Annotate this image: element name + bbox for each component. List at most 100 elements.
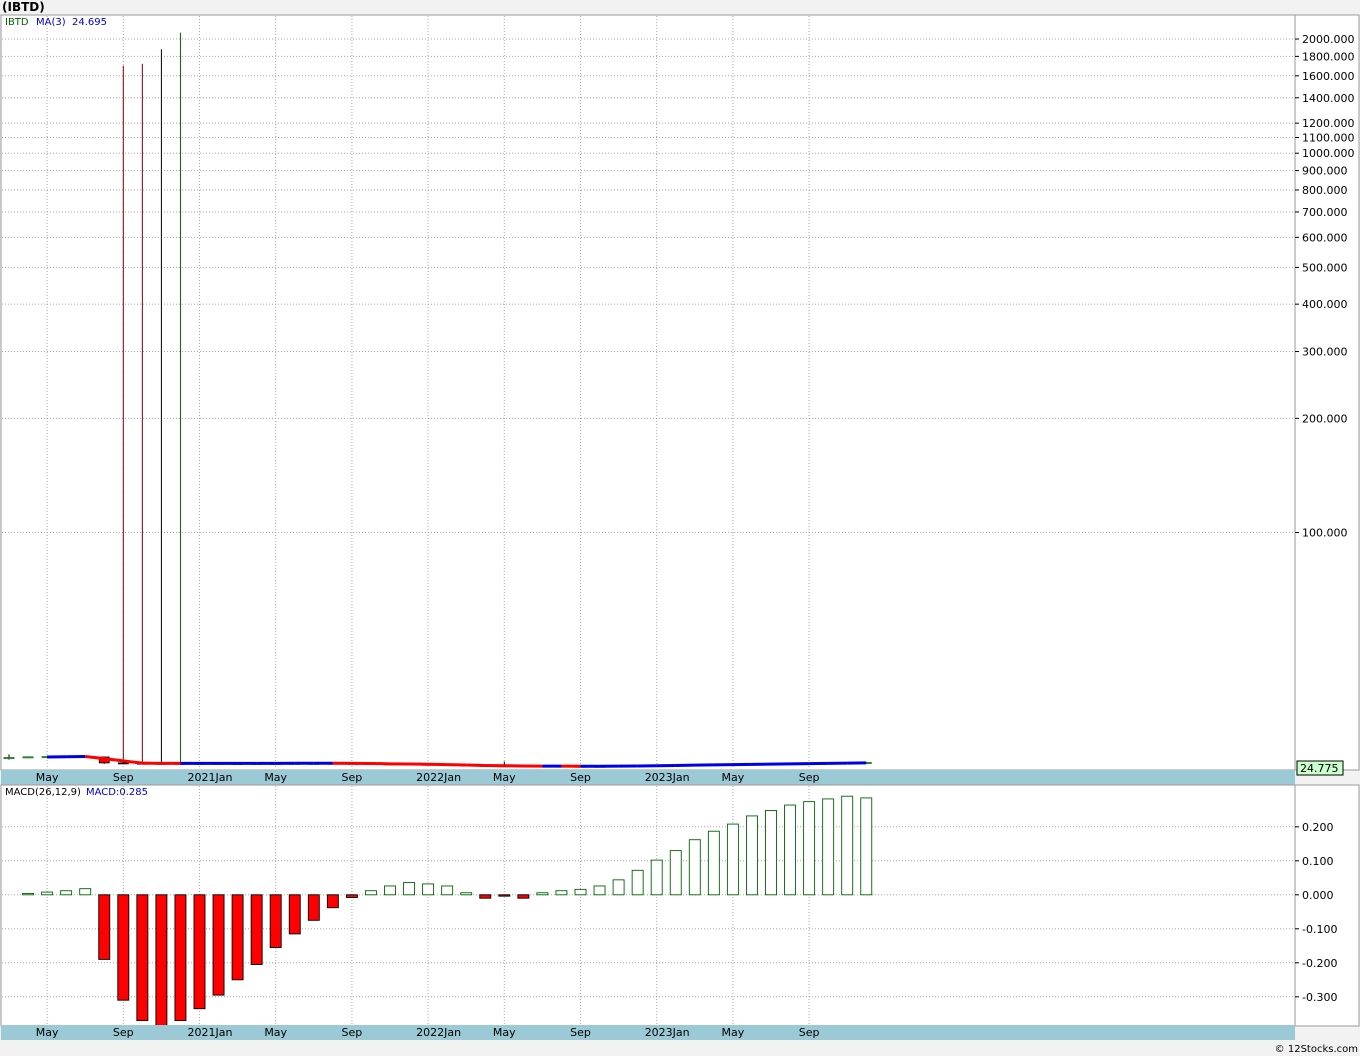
macd-bar bbox=[517, 894, 530, 899]
macd-bar bbox=[631, 869, 644, 896]
macd-bar bbox=[498, 894, 511, 897]
price-month-label: May bbox=[264, 771, 287, 784]
macd-bar bbox=[155, 894, 168, 1027]
chart-root: 100.000 200.000 300.000 400.000 500.000 600.0… bbox=[0, 0, 1360, 1055]
macd-y-tick-label: -0.100 bbox=[1302, 923, 1337, 936]
macd-bar bbox=[612, 879, 625, 896]
macd-bar bbox=[345, 894, 358, 898]
macd-bar bbox=[593, 885, 606, 896]
macd-legend-value: MACD:0.285 bbox=[86, 787, 148, 798]
macd-bar bbox=[765, 810, 777, 896]
price-month-label: May bbox=[493, 771, 516, 784]
macd-month-label: Sep bbox=[570, 1026, 591, 1039]
macd-bar bbox=[707, 830, 720, 896]
macd-month-label: May bbox=[36, 1026, 59, 1039]
chart-title: (IBTD) bbox=[2, 0, 45, 14]
macd-month-label: Sep bbox=[799, 1026, 820, 1039]
macd-month-label: Sep bbox=[342, 1026, 363, 1039]
macd-bar bbox=[746, 815, 758, 896]
macd-bar bbox=[326, 894, 339, 909]
price-y-tick-label: 100.000 bbox=[1302, 527, 1348, 540]
macd-bar bbox=[41, 891, 54, 896]
price-y-tick-label: 400.000 bbox=[1302, 298, 1348, 311]
macd-bar bbox=[22, 892, 34, 896]
macd-bar bbox=[536, 892, 549, 896]
price-legend-ma-value: 24.695 bbox=[72, 17, 107, 28]
macd-month-label: May bbox=[264, 1026, 287, 1039]
macd-bar bbox=[193, 894, 206, 1010]
price-month-label: Sep bbox=[113, 771, 134, 784]
macd-bar bbox=[688, 839, 701, 896]
macd-month-label: 2023Jan bbox=[645, 1026, 690, 1039]
macd-month-label: May bbox=[493, 1026, 516, 1039]
macd-bar bbox=[384, 885, 396, 896]
macd-y-tick-label: -0.300 bbox=[1302, 991, 1337, 1004]
macd-bar bbox=[574, 888, 587, 896]
price-y-tick-label: 1800.000 bbox=[1302, 50, 1355, 63]
macd-y-tick-label: 0.000 bbox=[1302, 889, 1334, 902]
macd-month-label: Sep bbox=[113, 1026, 134, 1039]
price-month-label: Sep bbox=[342, 771, 363, 784]
macd-bar bbox=[403, 882, 415, 896]
macd-bar bbox=[479, 894, 492, 899]
macd-bar bbox=[460, 892, 473, 896]
price-y-tick-label: 2000.000 bbox=[1302, 33, 1355, 46]
macd-bar bbox=[250, 894, 263, 965]
price-y-tick-label: 600.000 bbox=[1302, 231, 1348, 244]
macd-bar bbox=[726, 823, 739, 896]
price-y-tick-label: 900.000 bbox=[1302, 165, 1348, 178]
macd-bar bbox=[803, 801, 816, 896]
macd-bar bbox=[650, 859, 663, 896]
macd-bar bbox=[422, 883, 435, 896]
macd-month-label: May bbox=[722, 1026, 745, 1039]
macd-bar bbox=[117, 894, 130, 1001]
macd-bar bbox=[784, 804, 796, 896]
macd-bar bbox=[60, 890, 73, 896]
macd-bar bbox=[841, 795, 854, 896]
macd-bar bbox=[212, 894, 225, 996]
price-y-tick-label: 500.000 bbox=[1302, 261, 1348, 274]
price-panel bbox=[0, 14, 1296, 771]
macd-bar bbox=[822, 798, 835, 896]
candle-body bbox=[3, 757, 15, 760]
macd-bar bbox=[288, 894, 301, 935]
macd-bar bbox=[174, 894, 187, 1022]
ma-segment bbox=[85, 755, 105, 761]
macd-legend-label: MACD(26,12,9) bbox=[5, 787, 81, 798]
price-legend-symbol: IBTD bbox=[5, 17, 29, 28]
price-y-tick-label: 1000.000 bbox=[1302, 147, 1355, 160]
candle-body bbox=[22, 756, 34, 759]
price-month-label: 2021Jan bbox=[188, 771, 233, 784]
macd-bar bbox=[269, 894, 282, 948]
macd-month-label: 2022Jan bbox=[416, 1026, 461, 1039]
price-y-tick-label: 800.000 bbox=[1302, 184, 1348, 197]
price-month-label: May bbox=[36, 771, 59, 784]
macd-bar bbox=[231, 894, 244, 981]
macd-y-tick-label: 0.200 bbox=[1302, 821, 1334, 834]
price-month-label: 2022Jan bbox=[416, 771, 461, 784]
price-y-tick-label: 700.000 bbox=[1302, 206, 1348, 219]
macd-bar bbox=[669, 850, 682, 896]
credit-text: © 12Stocks.com bbox=[1275, 1044, 1358, 1055]
macd-month-label: 2021Jan bbox=[188, 1026, 233, 1039]
last-price-label: 24.775 bbox=[1300, 762, 1339, 775]
macd-y-tick-label: -0.200 bbox=[1302, 957, 1337, 970]
macd-bar bbox=[98, 894, 111, 960]
macd-bar bbox=[365, 890, 377, 896]
price-legend-ma-label: MA(3) bbox=[36, 17, 66, 28]
price-y-tick-label: 1400.000 bbox=[1302, 92, 1355, 105]
price-y-tick-label: 300.000 bbox=[1302, 346, 1348, 359]
macd-bar bbox=[136, 894, 149, 1022]
macd-bar bbox=[307, 894, 320, 921]
price-month-label: Sep bbox=[799, 771, 820, 784]
macd-bar bbox=[79, 888, 92, 896]
macd-bar bbox=[860, 797, 873, 896]
price-y-tick-label: 200.000 bbox=[1302, 412, 1348, 425]
macd-bar bbox=[441, 885, 454, 896]
macd-y-tick-label: 0.100 bbox=[1302, 855, 1334, 868]
price-y-tick-label: 1200.000 bbox=[1302, 117, 1355, 130]
price-y-tick-label: 1600.000 bbox=[1302, 70, 1355, 83]
price-month-label: 2023Jan bbox=[645, 771, 690, 784]
macd-bar bbox=[555, 890, 568, 896]
price-month-label: May bbox=[722, 771, 745, 784]
